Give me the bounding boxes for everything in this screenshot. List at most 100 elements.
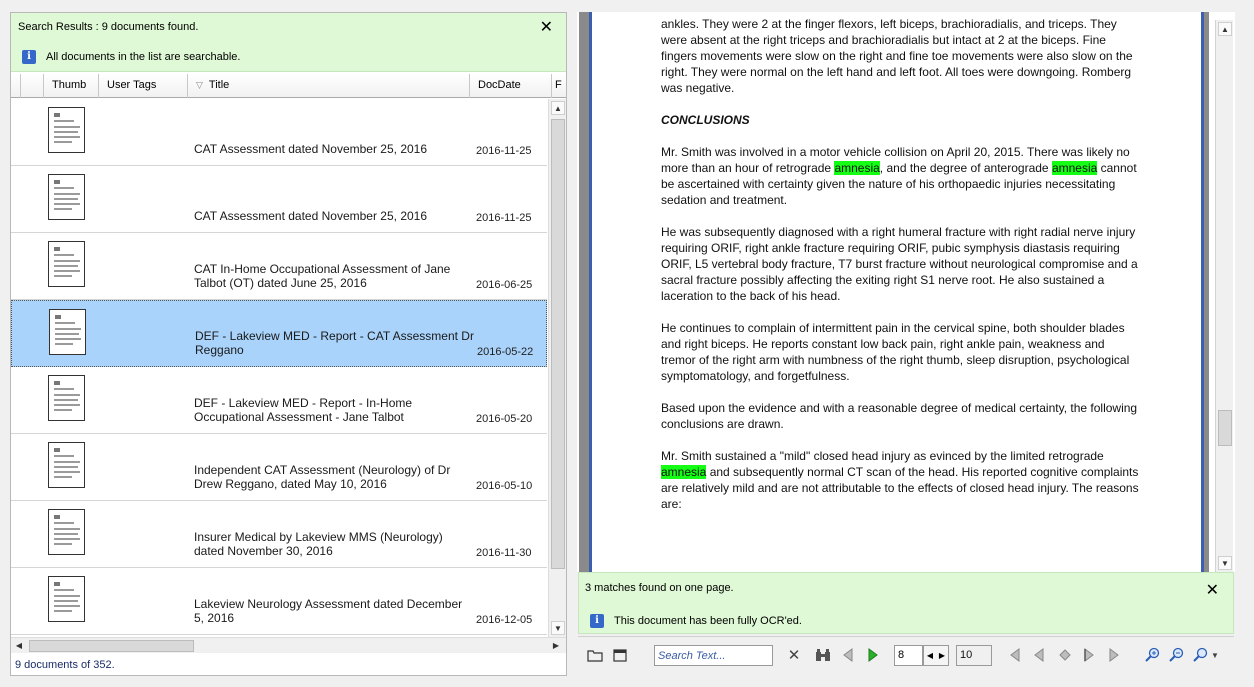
info-icon: i [22,50,36,64]
document-viewer: ankles. They were 2 at the finger flexor… [577,12,1235,572]
document-title: Insurer Medical by Lakeview MMS (Neurolo… [194,530,443,558]
header-select[interactable] [21,74,44,98]
scrollbar-thumb[interactable] [1218,410,1232,446]
page-spinner[interactable]: ◀ ▶ [923,645,949,666]
column-header-f[interactable]: F [552,74,566,98]
document-date: 2016-11-30 [476,547,532,559]
previous-page-icon[interactable] [1032,645,1046,665]
document-thumbnail[interactable] [48,174,85,220]
first-page-icon[interactable] [1008,645,1022,665]
document-thumbnail[interactable] [48,107,85,153]
binoculars-icon[interactable] [814,645,832,665]
document-date: 2016-06-25 [476,279,533,291]
document-thumbnail[interactable] [48,241,85,287]
table-row[interactable]: DEF - Lakeview MED - Report - In-Home Oc… [11,367,547,434]
info-icon: i [590,614,604,628]
results-vertical-scrollbar[interactable]: ▲ ▼ [548,99,566,637]
document-thumbnail[interactable] [49,309,86,355]
chevron-down-icon: ▼ [1211,650,1219,660]
doc-paragraph: Mr. Smith sustained a "mild" closed head… [661,449,1139,511]
page-down-icon[interactable]: ◀ [927,651,933,660]
search-results-banner: Search Results : 9 documents found. ✕ i … [11,13,566,72]
doc-paragraph: ankles. They were 2 at the finger flexor… [661,17,1133,95]
scroll-left-icon[interactable]: ◀ [13,640,25,652]
scroll-down-icon[interactable]: ▼ [1218,556,1232,570]
current-page-icon[interactable] [1058,645,1072,665]
table-row[interactable]: CAT Assessment dated November 25, 2016 2… [11,99,547,166]
search-text-input[interactable] [654,645,773,666]
header-indicator [11,74,21,98]
ocr-info-text: This document has been fully OCR'ed. [614,615,802,627]
table-row[interactable]: Lakeview Neurology Assessment dated Dece… [11,568,547,635]
document-date: 2016-11-25 [476,212,532,224]
table-row[interactable]: CAT Assessment dated November 25, 2016 2… [11,166,547,233]
next-page-icon[interactable] [1082,645,1096,665]
column-header-title-label: Title [208,79,230,91]
document-date: 2016-05-20 [476,413,533,425]
search-highlight: amnesia [834,161,880,175]
document-thumbnail[interactable] [48,576,85,622]
doc-paragraph: Mr. Smith was involved in a motor vehicl… [661,145,1137,207]
searchable-info: i All documents in the list are searchab… [22,50,240,64]
document-title: CAT In-Home Occupational Assessment of J… [194,262,451,290]
doc-paragraph: Based upon the evidence and with a reaso… [661,401,1138,431]
doc-paragraph: He continues to complain of intermittent… [661,321,1130,383]
column-header-docdate[interactable]: DocDate [470,74,552,98]
scroll-right-icon[interactable]: ▶ [550,640,562,652]
column-header-thumb[interactable]: Thumb [44,74,99,98]
document-page[interactable]: ankles. They were 2 at the finger flexor… [589,12,1204,572]
close-icon[interactable]: ✕ [1206,580,1219,600]
table-row[interactable]: Insurer Medical by Lakeview MMS (Neurolo… [11,501,547,568]
document-date: 2016-12-05 [476,614,533,626]
match-info-banner: 3 matches found on one page. ✕ i This do… [578,572,1234,634]
window-icon[interactable] [611,645,629,665]
document-title: CAT Assessment dated November 25, 2016 [194,142,428,156]
page-up-icon[interactable]: ▶ [939,651,945,660]
table-row-selected[interactable]: DEF - Lakeview MED - Report - CAT Assess… [11,300,547,367]
document-title: Lakeview Neurology Assessment dated Dece… [194,597,463,625]
document-title: DEF - Lakeview MED - Report - CAT Assess… [195,329,474,357]
zoom-out-icon[interactable] [1168,645,1186,665]
document-thumbnail[interactable] [48,375,85,421]
document-thumbnail[interactable] [48,442,85,488]
zoom-in-icon[interactable] [1144,645,1162,665]
document-thumbnail[interactable] [48,509,85,555]
doc-heading: CONCLUSIONS [661,113,750,127]
results-horizontal-scrollbar[interactable]: ◀ ▶ [11,637,566,653]
document-title: CAT Assessment dated November 25, 2016 [194,209,428,223]
table-row[interactable]: Independent CAT Assessment (Neurology) o… [11,434,547,501]
results-count-status: 9 documents of 352. [11,655,566,675]
viewer-toolbar: ✕ 8 ◀▶ 10 ▼ [578,636,1234,672]
document-title: DEF - Lakeview MED - Report - In-Home Oc… [194,396,413,424]
table-row[interactable]: CAT In-Home Occupational Assessment of J… [11,233,547,300]
search-highlight: amnesia [1051,161,1098,175]
document-date: 2016-05-10 [476,480,533,492]
column-header-user-tags[interactable]: User Tags [99,74,188,98]
zoom-options-dropdown[interactable]: ▼ [1192,645,1220,665]
scroll-up-icon[interactable]: ▲ [551,101,565,115]
next-match-icon[interactable] [865,645,881,665]
page-number-input[interactable]: 8 [894,645,923,666]
document-title: Independent CAT Assessment (Neurology) o… [194,463,451,491]
column-header-title[interactable]: ▽ Title [188,74,470,98]
document-date: 2016-11-25 [476,145,532,157]
scrollbar-thumb[interactable] [29,640,194,652]
search-results-title: Search Results : 9 documents found. [18,21,199,33]
grid-header: Thumb User Tags ▽ Title DocDate F [11,74,566,98]
document-vertical-scrollbar[interactable]: ▲ ▼ [1215,20,1233,572]
last-page-icon[interactable] [1107,645,1121,665]
previous-match-icon[interactable] [840,645,856,665]
results-list: CAT Assessment dated November 25, 2016 2… [11,99,547,637]
scrollbar-thumb[interactable] [551,119,565,569]
clear-search-icon[interactable]: ✕ [786,645,802,665]
scroll-down-icon[interactable]: ▼ [551,621,565,635]
document-frame: ankles. They were 2 at the finger flexor… [579,12,1209,572]
ocr-info: i This document has been fully OCR'ed. [590,614,802,628]
search-results-panel: Search Results : 9 documents found. ✕ i … [10,12,567,676]
searchable-info-text: All documents in the list are searchable… [46,51,241,63]
folder-icon[interactable] [586,645,604,665]
close-icon[interactable]: ✕ [540,17,553,37]
doc-paragraph: He was subsequently diagnosed with a rig… [661,225,1138,303]
scroll-up-icon[interactable]: ▲ [1218,22,1232,36]
document-date: 2016-05-22 [477,346,534,358]
